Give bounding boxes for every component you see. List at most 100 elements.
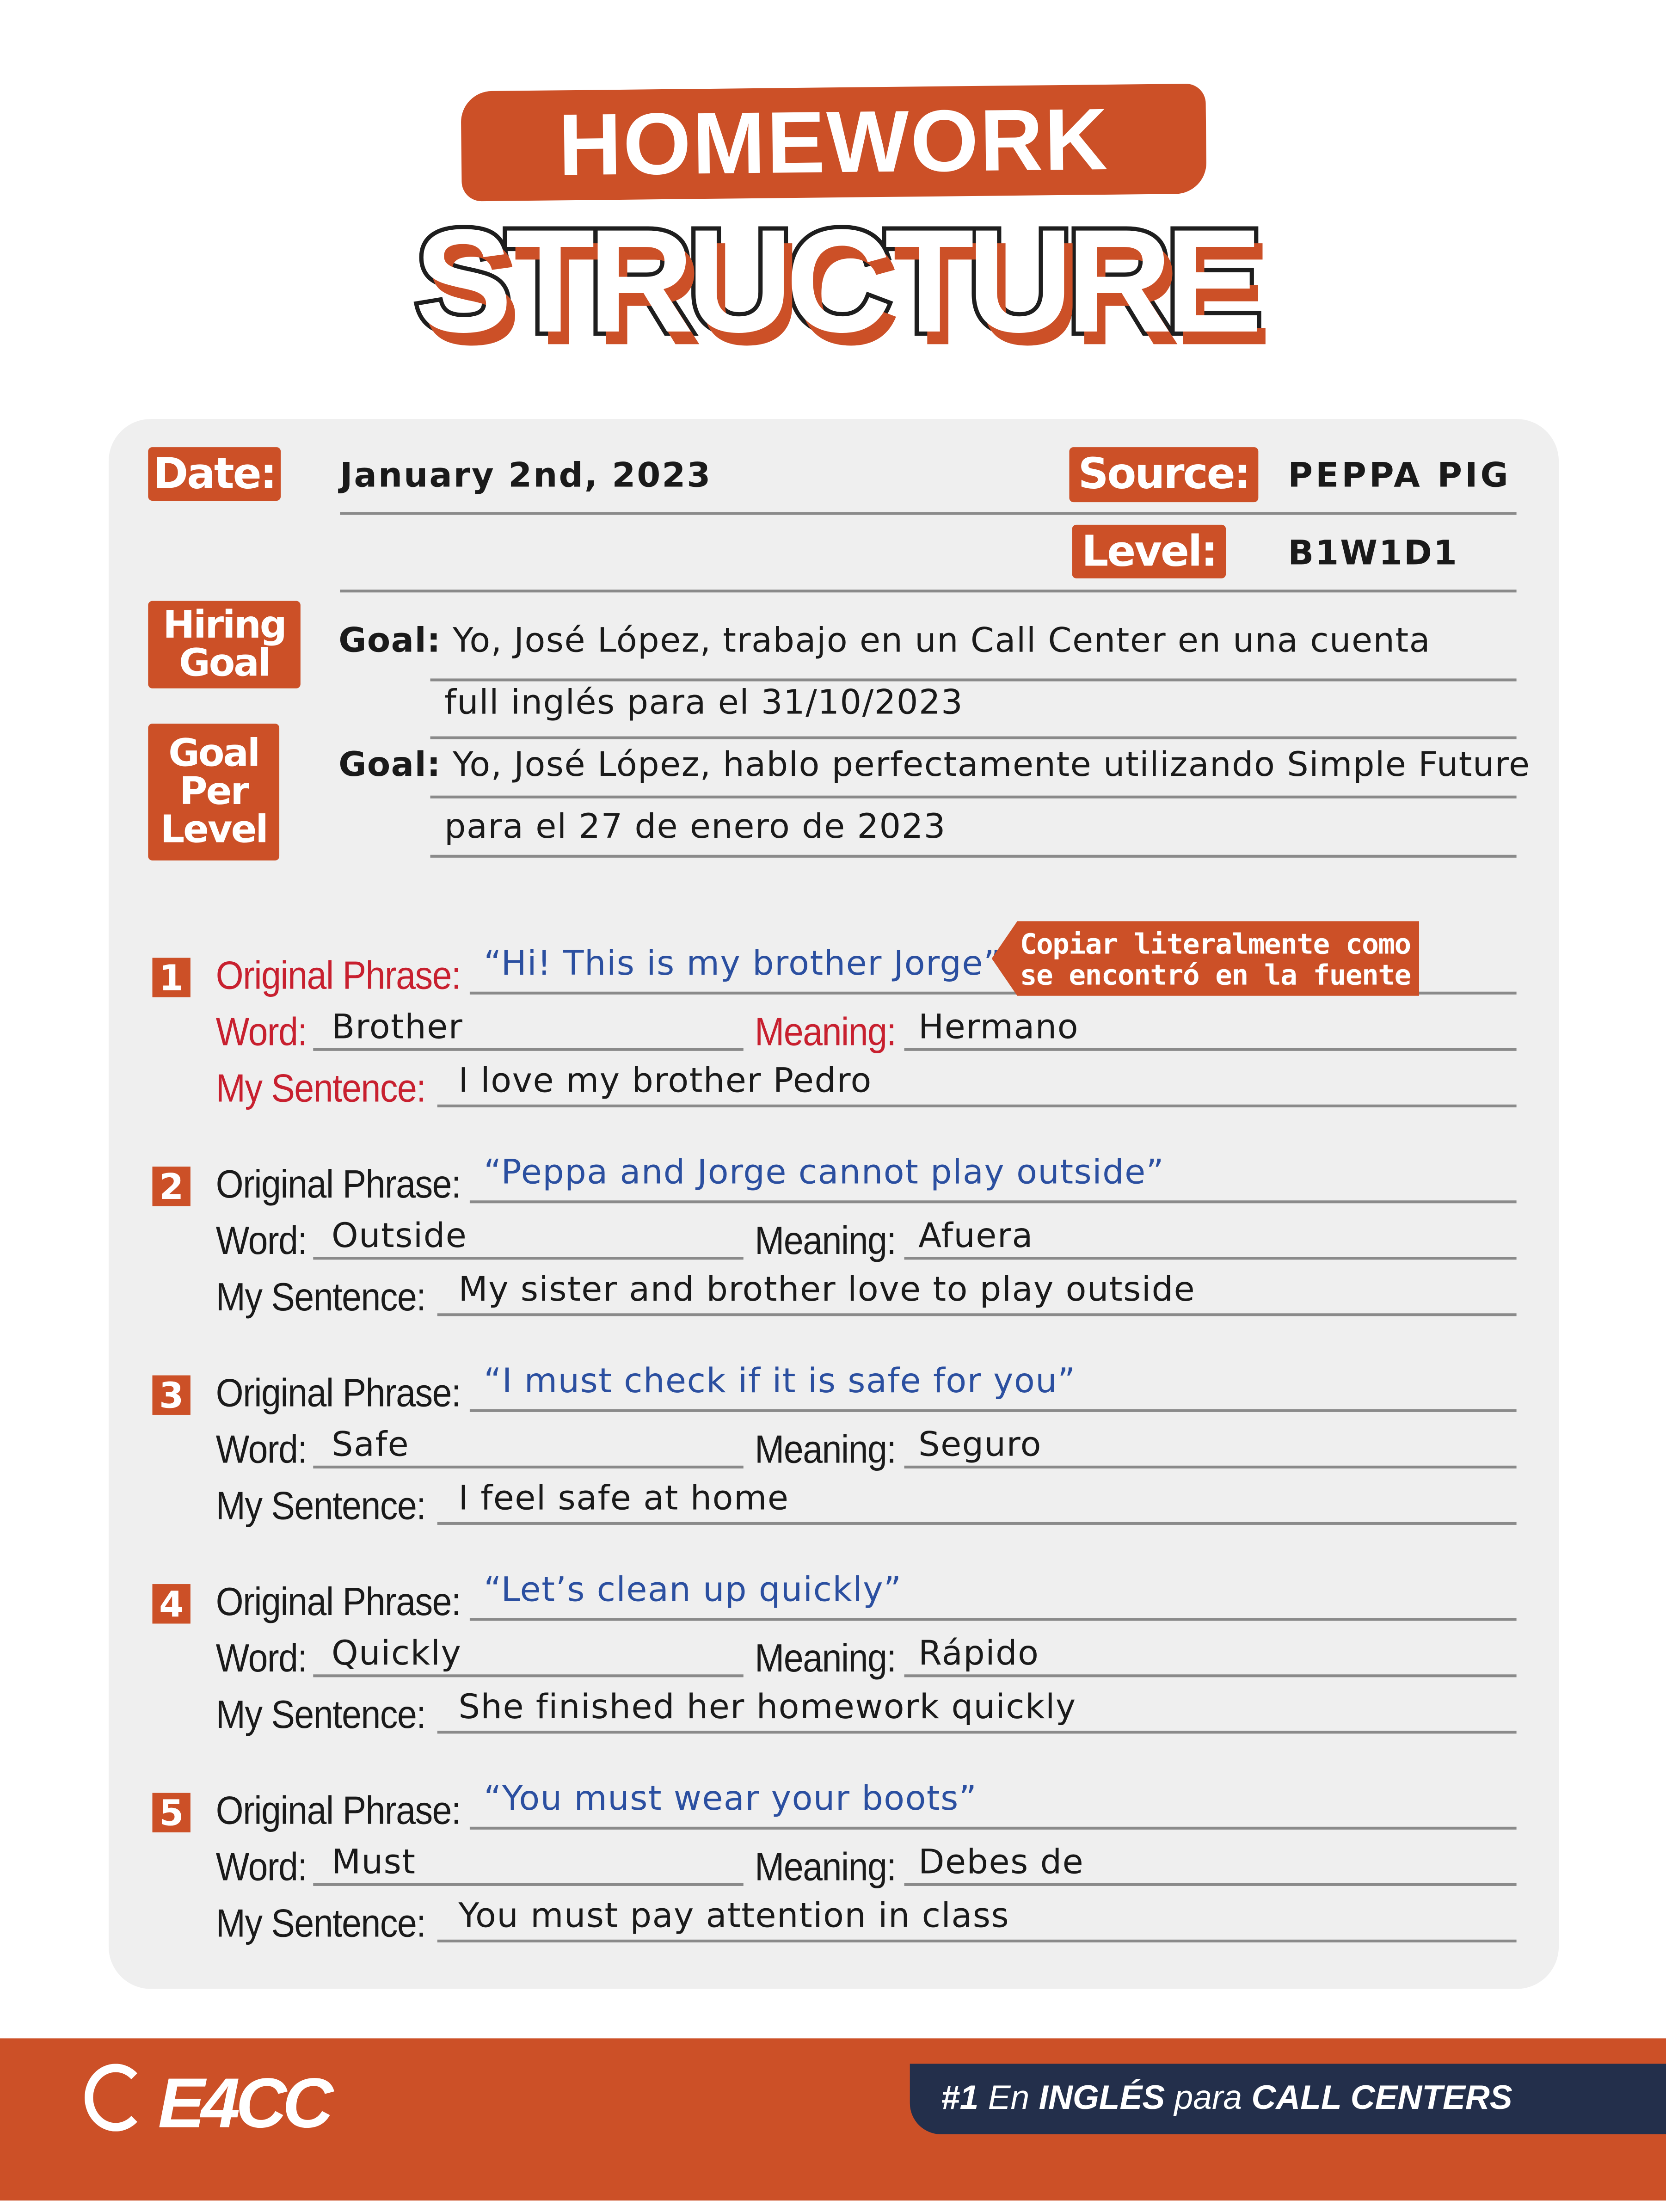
- title-structure: STRUCTURE: [410, 196, 1267, 368]
- level-goal-line2: para el 27 de enero de 2023: [444, 807, 946, 847]
- word-value: Quickly: [331, 1633, 462, 1673]
- my-sentence-label: My Sentence:: [215, 1484, 426, 1528]
- divider: [437, 1104, 1517, 1107]
- item-number: 2: [152, 1166, 191, 1207]
- my-sentence-value: My sister and brother love to play outsi…: [458, 1269, 1196, 1309]
- word-value: Safe: [331, 1425, 410, 1464]
- hiring-goal-line2: full inglés para el 31/10/2023: [444, 682, 964, 723]
- item-number: 4: [152, 1584, 191, 1624]
- hiring-goal-line1: Goal: Yo, José López, trabajo en un Call…: [338, 621, 1431, 660]
- level-value: B1W1D1: [1288, 533, 1458, 573]
- meaning-value: Debes de: [918, 1842, 1084, 1882]
- my-sentence-value: I love my brother Pedro: [458, 1061, 872, 1100]
- tagline-text: CALL CENTERS: [1251, 2079, 1512, 2118]
- label-line: Per: [179, 770, 249, 814]
- hiring-goal-label: Hiring Goal: [148, 601, 301, 688]
- my-sentence-label: My Sentence:: [215, 1901, 426, 1946]
- homework-sheet: HOMEWORK STRUCTURE Date: January 2nd, 20…: [0, 0, 1666, 2212]
- divider: [437, 1939, 1517, 1942]
- tagline-text: En: [988, 2079, 1030, 2118]
- original-phrase-value: “I must check if it is safe for you”: [484, 1361, 1076, 1401]
- headset-logo-icon: [85, 2064, 147, 2132]
- divider: [437, 1522, 1517, 1524]
- my-sentence-value: She finished her homework quickly: [458, 1687, 1076, 1727]
- original-phrase-label: Original Phrase:: [215, 1788, 461, 1832]
- word-label: Word:: [215, 1218, 307, 1263]
- divider: [430, 678, 1517, 681]
- source-label: Source:: [1069, 447, 1259, 503]
- item-number: 5: [152, 1792, 191, 1833]
- divider: [904, 1257, 1517, 1259]
- word-value: Must: [331, 1842, 416, 1882]
- meaning-value: Rápido: [918, 1633, 1039, 1673]
- tagline-rank: #1: [941, 2079, 979, 2118]
- word-label: Word:: [215, 1636, 307, 1680]
- my-sentence-label: My Sentence:: [215, 1066, 426, 1110]
- date-value: January 2nd, 2023: [340, 455, 712, 495]
- my-sentence-label: My Sentence:: [215, 1275, 426, 1319]
- divider: [313, 1883, 744, 1886]
- divider: [430, 854, 1517, 857]
- divider: [340, 512, 1517, 515]
- label-line: Level: [160, 808, 269, 852]
- original-phrase-value: “You must wear your boots”: [484, 1779, 977, 1819]
- original-phrase-label: Original Phrase:: [215, 953, 461, 997]
- label-line: Hiring: [163, 603, 287, 648]
- divider: [437, 1313, 1517, 1315]
- meaning-label: Meaning:: [755, 1010, 897, 1054]
- goal-per-level-label: Goal Per Level: [148, 724, 280, 860]
- divider: [469, 1200, 1517, 1203]
- goal-text: Yo, José López, hablo perfectamente util…: [452, 744, 1531, 785]
- callout-line: se encontró en la fuente: [1020, 957, 1412, 991]
- item-number: 1: [152, 957, 191, 998]
- original-phrase-label: Original Phrase:: [215, 1162, 461, 1206]
- date-label: Date:: [148, 447, 281, 501]
- e4cc-logo: E4CC: [158, 2064, 333, 2143]
- copy-literally-callout: Copiar literalmente como se encontró en …: [991, 921, 1420, 996]
- meaning-label: Meaning:: [755, 1427, 897, 1471]
- my-sentence-value: I feel safe at home: [458, 1478, 789, 1518]
- original-phrase-value: “Hi! This is my brother Jorge”: [484, 943, 1002, 983]
- original-phrase-value: “Peppa and Jorge cannot play outside”: [484, 1152, 1165, 1192]
- meaning-label: Meaning:: [755, 1636, 897, 1680]
- original-phrase-label: Original Phrase:: [215, 1579, 461, 1624]
- divider: [313, 1465, 744, 1468]
- goal-prefix: Goal:: [338, 744, 442, 785]
- divider: [469, 1826, 1517, 1829]
- word-value: Outside: [331, 1216, 467, 1256]
- word-label: Word:: [215, 1427, 307, 1471]
- label-line: Goal: [179, 642, 271, 686]
- tagline-text: para: [1174, 2079, 1242, 2118]
- meaning-label: Meaning:: [755, 1218, 897, 1263]
- goal-text: Yo, José López, trabajo en un Call Cente…: [452, 621, 1431, 660]
- word-label: Word:: [215, 1845, 307, 1889]
- divider: [313, 1048, 744, 1051]
- goal-prefix: Goal:: [338, 621, 442, 660]
- callout-line: Copiar literalmente como: [1020, 926, 1412, 960]
- source-value: PEPPA PIG: [1288, 455, 1511, 495]
- divider: [313, 1257, 744, 1259]
- my-sentence-label: My Sentence:: [215, 1692, 426, 1737]
- item-number: 3: [152, 1375, 191, 1415]
- level-goal-line1: Goal: Yo, José López, hablo perfectament…: [338, 745, 1530, 784]
- word-label: Word:: [215, 1010, 307, 1054]
- original-phrase-label: Original Phrase:: [215, 1371, 461, 1415]
- tagline-banner: #1 En INGLÉS para CALL CENTERS: [910, 2064, 1666, 2134]
- divider: [904, 1883, 1517, 1886]
- divider: [904, 1674, 1517, 1677]
- meaning-label: Meaning:: [755, 1845, 897, 1889]
- label-line: Goal: [168, 732, 260, 776]
- meaning-value: Hermano: [918, 1007, 1079, 1047]
- divider: [469, 1618, 1517, 1620]
- word-value: Brother: [331, 1007, 463, 1047]
- divider: [430, 736, 1517, 739]
- tagline-text: INGLÉS: [1039, 2079, 1165, 2118]
- divider: [904, 1465, 1517, 1468]
- divider: [437, 1731, 1517, 1733]
- meaning-value: Seguro: [918, 1425, 1042, 1464]
- divider: [904, 1048, 1517, 1051]
- meaning-value: Afuera: [918, 1216, 1033, 1256]
- original-phrase-value: “Let’s clean up quickly”: [484, 1570, 902, 1610]
- divider: [469, 1409, 1517, 1412]
- divider: [430, 795, 1517, 798]
